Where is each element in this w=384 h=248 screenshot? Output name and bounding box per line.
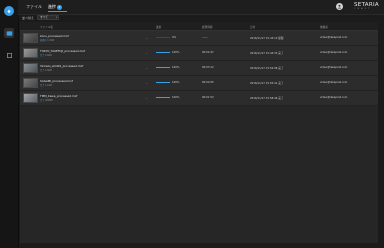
requester: video@takapost.com bbox=[320, 81, 348, 84]
progress-bar bbox=[156, 82, 170, 83]
header-progress[interactable]: 進捗 bbox=[156, 25, 161, 29]
video-thumbnail bbox=[23, 93, 38, 103]
video-thumbnail bbox=[23, 48, 38, 58]
progress-bar bbox=[156, 52, 170, 53]
user-icon[interactable] bbox=[336, 3, 343, 10]
table-row[interactable]: TMM_Kawa_processed.mxf 完了 900MB ⋯ 100% 0… bbox=[20, 91, 378, 106]
files-nav-icon[interactable] bbox=[4, 28, 14, 38]
video-thumbnail bbox=[23, 33, 38, 43]
progress-text: 0% bbox=[172, 36, 177, 39]
header-date[interactable]: 日付 bbox=[250, 25, 255, 29]
file-meta: 処理中 1.2GB bbox=[40, 39, 54, 42]
table-row[interactable]: kiuiu_processed.mxf 処理中 1.2GB ⋯ 0% -----… bbox=[20, 31, 378, 46]
header-filename[interactable]: ファイル名 bbox=[40, 25, 53, 29]
video-thumbnail bbox=[23, 63, 38, 73]
file-meta: 完了 1.1GB bbox=[40, 84, 52, 87]
table-row[interactable]: Yamazo_wild02_processed.mxf 完了 1.6GB ⋯ 1… bbox=[20, 61, 378, 76]
requester: video@takapost.com bbox=[320, 96, 348, 99]
sort-label: 並べ替え bbox=[22, 16, 35, 20]
date: 2016/11/17 15:55:41 完了 bbox=[250, 82, 284, 85]
tab-progress[interactable]: 進捗 2 bbox=[48, 4, 62, 10]
progress-text: 100% bbox=[172, 96, 180, 99]
left-rail bbox=[0, 0, 19, 248]
duration: 00:01:52 bbox=[202, 96, 214, 99]
header-user[interactable]: 依頼者 bbox=[320, 25, 328, 29]
duration: 00:02:05 bbox=[202, 81, 214, 84]
progress-bar bbox=[156, 97, 170, 98]
table-row[interactable]: SAGAMI_processed.mxf 完了 1.1GB ⋯ 100% 00:… bbox=[20, 76, 378, 91]
date: 2016/11/17 15:58:46 完了 bbox=[250, 97, 284, 100]
video-thumbnail bbox=[23, 78, 38, 88]
progress-bar bbox=[156, 67, 170, 68]
settings-nav-icon[interactable] bbox=[4, 50, 14, 60]
file-meta: 完了 1.6GB bbox=[40, 69, 52, 72]
file-meta: 完了 2.0GB bbox=[40, 54, 52, 57]
progress-badge: 2 bbox=[57, 4, 62, 10]
more-icon[interactable]: ⋯ bbox=[145, 81, 148, 85]
more-icon[interactable]: ⋯ bbox=[145, 96, 148, 100]
sort-select[interactable]: すべて ▾ bbox=[37, 15, 59, 20]
chevron-down-icon: ▾ bbox=[55, 16, 57, 19]
tab-files[interactable]: ファイル bbox=[26, 4, 42, 10]
more-icon[interactable]: ⋯ bbox=[145, 36, 148, 40]
file-meta: 完了 900MB bbox=[40, 99, 53, 102]
header-duration[interactable]: 処理時間 bbox=[202, 25, 212, 29]
top-bar: ファイル 進捗 2 SETARIA C R A F T bbox=[18, 0, 384, 15]
date: 2016/11/17 15:44:33 完了 bbox=[250, 52, 284, 55]
date: 2016/11/17 15:52:08 完了 bbox=[250, 67, 284, 70]
table-header: ファイル名 進捗 処理時間 日付 依頼者 bbox=[20, 22, 378, 31]
table-row[interactable]: TOKYO_TAKEFUJI_processed.mxf 完了 2.0GB ⋯ … bbox=[20, 46, 378, 61]
more-icon[interactable]: ⋯ bbox=[145, 66, 148, 70]
duration: ------ bbox=[202, 36, 208, 39]
progress-bar bbox=[156, 37, 170, 38]
requester: video@takapost.com bbox=[320, 51, 348, 54]
requester: video@takapost.com bbox=[320, 66, 348, 69]
duration: 00:02:47 bbox=[202, 51, 214, 54]
progress-text: 100% bbox=[172, 81, 180, 84]
date: 2016/11/17 15:43:12 保留 bbox=[250, 37, 284, 40]
progress-text: 100% bbox=[172, 51, 180, 54]
requester: video@takapost.com bbox=[320, 36, 348, 39]
active-tab-indicator bbox=[48, 11, 67, 12]
brand-logo: SETARIA C R A F T bbox=[354, 2, 379, 10]
progress-text: 100% bbox=[172, 66, 180, 69]
more-icon[interactable]: ⋯ bbox=[145, 51, 148, 55]
app-logo-icon[interactable] bbox=[4, 6, 14, 16]
job-table: ファイル名 進捗 処理時間 日付 依頼者 kiuiu_processed.mxf… bbox=[20, 22, 378, 243]
duration: 00:03:12 bbox=[202, 66, 214, 69]
